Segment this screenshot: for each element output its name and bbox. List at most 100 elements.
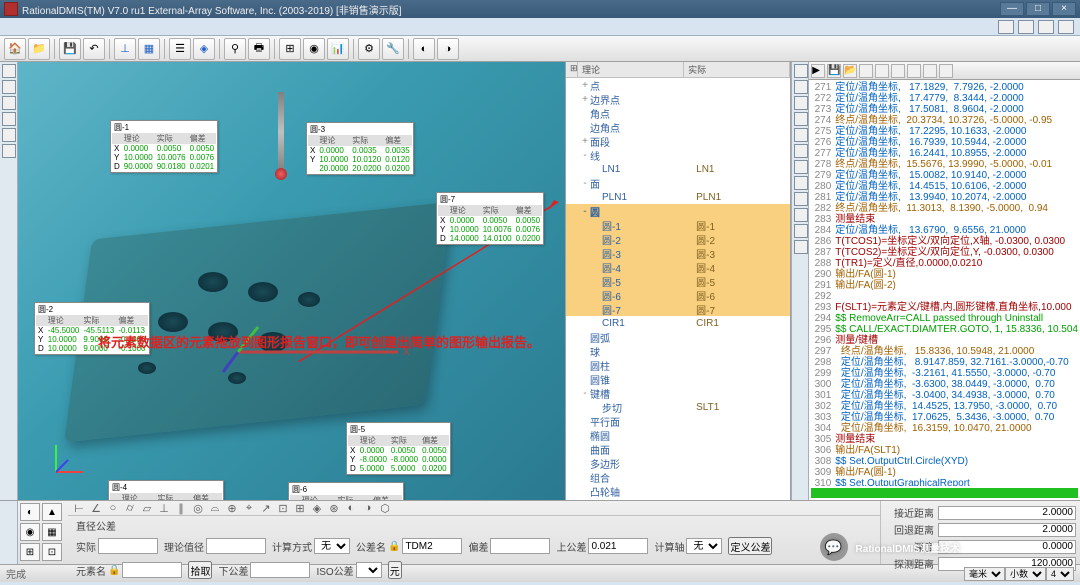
tool-icon[interactable] [907,64,921,78]
tree-item[interactable]: 圆柱 [566,358,790,372]
tol-type-icon[interactable]: ⊢ [72,501,86,515]
tol-icon[interactable]: ⊞ [20,543,40,561]
decimals-select[interactable]: 4 [1046,567,1074,581]
side-icon[interactable] [2,112,16,126]
pick-button[interactable]: 拾取 [188,561,212,579]
tol-icon[interactable]: ◐ [20,503,40,521]
tree-item[interactable]: 圆-1圆-1 [566,218,790,232]
tree-item[interactable]: 平行面 [566,414,790,428]
tree-item[interactable]: 圆-5圆-5 [566,274,790,288]
code-line[interactable]: 306输出/FA(SLT1) [811,445,1078,456]
tol-type-icon[interactable]: ▱ [140,501,154,515]
probe-button[interactable]: ⚲ [224,38,246,60]
side-icon[interactable] [794,144,808,158]
measurement-label[interactable]: 圆-3理论实际偏差X0.00000.00350.0035Y10.000010.0… [306,122,414,175]
tol-type-icon[interactable]: ⌖ [242,501,256,515]
tree-item[interactable]: 凸轮轴 [566,484,790,498]
tree-item[interactable]: 圆-2圆-2 [566,232,790,246]
format-select[interactable]: 小数 [1005,567,1046,581]
side-icon[interactable] [794,80,808,94]
code-line[interactable]: 305测量结束 [811,434,1078,445]
tree-item[interactable]: 圆环 [566,498,790,500]
code-line[interactable]: 304 定位/温角坐标, 16.3159, 10.0470, 21.0000 [811,423,1078,434]
code-line[interactable]: 309输出/FA(圆-1) [811,467,1078,478]
upper-input[interactable] [588,538,648,554]
code-line[interactable]: 310$$ Set.OutputGraphicalReport [811,478,1078,486]
tool-icon[interactable] [891,64,905,78]
side-icon[interactable] [794,240,808,254]
align-button[interactable]: ⊞ [279,38,301,60]
measurement-label[interactable]: 圆-6理论实际偏差X-13.0000-13.0240-0.0240Y-10.00… [288,482,404,500]
tree-item[interactable]: LN1LN1 [566,162,790,176]
tol-type-icon[interactable]: ⊞ [293,501,307,515]
code-line[interactable]: 287T(TCOS2)=坐标定义/双向定位,Y, -0.0300, 0.0300 [811,247,1078,258]
open-button[interactable]: 📁 [28,38,50,60]
side-icon[interactable] [794,208,808,222]
code-line[interactable]: 299 定位/温角坐标, -3.2161, 41.5550, -3.0000, … [811,368,1078,379]
tool-button[interactable]: ◑ [437,38,459,60]
side-icon[interactable] [794,224,808,238]
feature-tree[interactable]: +点+边界点角点边角点+面段-线LN1LN1-面PLN1PLN1-圆圆-1圆-1… [566,78,790,500]
method-select[interactable]: 无 [314,538,350,554]
tolname-input[interactable] [402,538,462,554]
measurement-label[interactable]: 圆-4理论实际偏差X-45.5000-45.5714-0.0714Y-8.000… [108,480,224,500]
code-line[interactable]: 293F(SLT1)=元素定义/键槽,内,圆形键槽,直角坐标,10.000 [811,302,1078,313]
tol-type-icon[interactable]: ⊛ [327,501,341,515]
tree-item[interactable]: 步切SLT1 [566,400,790,414]
tol-type-icon[interactable]: ⌭ [123,501,137,515]
tree-item[interactable]: 组合 [566,470,790,484]
approach-input[interactable] [938,506,1076,520]
save-button[interactable]: 💾 [59,38,81,60]
tol-type-icon[interactable]: ◎ [191,501,205,515]
tol-type-icon[interactable]: ◑ [361,501,375,515]
code-line[interactable]: 302 定位/温角坐标, 14.4525, 13.7950, -3.0000, … [811,401,1078,412]
elem-input[interactable] [122,562,182,578]
elem-button[interactable]: 元 [388,561,402,579]
run-icon[interactable]: ▶ [811,64,825,78]
code-line[interactable]: 296测量/键槽 [811,335,1078,346]
dev-input[interactable] [490,538,550,554]
code-line[interactable]: 283测量结束 [811,214,1078,225]
code-line[interactable]: 282终点/温角坐标, 11.3013, 8.1390, -5.0000, 0.… [811,203,1078,214]
tree-item[interactable]: PLN1PLN1 [566,190,790,204]
view-button[interactable]: ▦ [138,38,160,60]
tree-item[interactable]: +边界点 [566,92,790,106]
tree-item[interactable]: +点 [566,78,790,92]
tree-item[interactable]: -面 [566,176,790,190]
side-icon[interactable] [794,96,808,110]
tol-type-icon[interactable]: ⌓ [208,501,222,515]
lower-input[interactable] [250,562,310,578]
code-line[interactable]: 276定位/温角坐标, 16.7939, 10.5944, -2.0000 [811,137,1078,148]
layer-button[interactable]: ☰ [169,38,191,60]
measurement-label[interactable]: 圆-1理论实际偏差X0.00000.00500.0050Y10.000010.0… [110,120,218,173]
tol-icon[interactable]: ▲ [42,503,62,521]
code-line[interactable]: 273定位/温角坐标, 17.5081, 8.9604, -2.0000 [811,104,1078,115]
code-line[interactable]: 284定位/温角坐标, 13.6790, 9.6556, 21.0000 [811,225,1078,236]
open-icon[interactable]: 📂 [843,64,857,78]
tol-type-icon[interactable]: ◈ [310,501,324,515]
side-icon[interactable] [794,160,808,174]
top-icon[interactable] [1018,20,1034,34]
code-line[interactable]: 298 定位/温角坐标, 8.9147.859, 32.7161.-3.0000… [811,357,1078,368]
tree-item[interactable]: 圆-7圆-7 [566,302,790,316]
bottom-tab[interactable] [0,501,18,564]
home-button[interactable]: 🏠 [4,38,26,60]
tree-item[interactable]: 角点 [566,106,790,120]
tree-item[interactable]: -圆 [566,204,790,218]
top-icon[interactable] [998,20,1014,34]
side-icon[interactable] [794,64,808,78]
unit-select[interactable]: 毫米 [964,567,1005,581]
tool-icon[interactable] [859,64,873,78]
code-line[interactable]: 295$$ CALL/EXACT.DIAMTER.GOTO, 1, 15.833… [811,324,1078,335]
tree-item[interactable]: 椭圆 [566,428,790,442]
tol-type-icon[interactable]: ∠ [89,501,103,515]
code-line[interactable]: 297 终点/温角坐标, 15.8336, 10.5948, 21.0000 [811,346,1078,357]
axis-select[interactable]: 无 [686,538,722,554]
maximize-button[interactable]: □ [1026,2,1050,16]
code-line[interactable]: 281定位/温角坐标, 13.9940, 10.2074, -2.0000 [811,192,1078,203]
nominal-input[interactable] [206,538,266,554]
tool-button[interactable]: ◐ [413,38,435,60]
minimize-button[interactable]: — [1000,2,1024,16]
code-line[interactable]: 290输出/FA(圆-1) [811,269,1078,280]
chart-button[interactable]: 📊 [327,38,349,60]
